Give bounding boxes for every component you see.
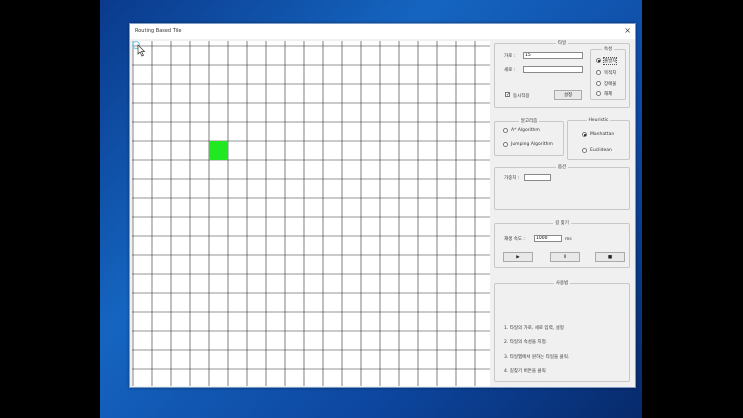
radio-euclidean[interactable] bbox=[582, 148, 587, 153]
tile-grid-canvas[interactable] bbox=[132, 41, 490, 386]
close-icon[interactable]: × bbox=[624, 26, 631, 35]
algorithm-legend: 알고리즘 bbox=[520, 119, 538, 124]
usage-line-2: 2. 타일의 속성을 지정. bbox=[504, 340, 548, 345]
heuristic-panel: Heuristic bbox=[567, 118, 630, 160]
usage-line-4: 4. 길찾기 버튼을 클릭 bbox=[504, 369, 546, 374]
sync-checkbox[interactable]: ✓ bbox=[505, 92, 510, 98]
weight-label: 가중치 : bbox=[504, 176, 520, 181]
attribute-label-0: 출발지 bbox=[602, 57, 618, 65]
speed-label: 재생 속도 : bbox=[504, 237, 525, 242]
stop-button[interactable]: ■ bbox=[595, 252, 625, 262]
attribute-radio-3[interactable] bbox=[596, 91, 601, 96]
radio-jumping[interactable] bbox=[503, 142, 508, 147]
window-title: Routing Based Tile bbox=[135, 28, 182, 34]
tile-grid[interactable] bbox=[132, 41, 490, 386]
algorithm-panel: 알고리즘 bbox=[494, 118, 564, 156]
title-bar[interactable]: Routing Based Tile × bbox=[130, 24, 635, 39]
pathfinding-legend: 길 찾기 bbox=[555, 221, 569, 226]
attribute-label-1: 목적지 bbox=[604, 71, 617, 76]
radio-manhattan[interactable] bbox=[582, 132, 587, 137]
usage-line-1: 1. 타일의 가로, 세로 입력, 설정 bbox=[504, 326, 564, 331]
weight-input[interactable] bbox=[524, 174, 551, 181]
attribute-label-2: 장애물 bbox=[604, 82, 617, 87]
play-button[interactable]: ▶ bbox=[503, 252, 533, 262]
stop-icon: ■ bbox=[607, 255, 613, 260]
usage-legend: 사용법 bbox=[555, 281, 569, 286]
start-tile[interactable] bbox=[209, 141, 228, 160]
apply-button[interactable]: 설정 bbox=[554, 90, 582, 100]
options-panel: 옵션 bbox=[494, 164, 630, 210]
attribute-radio-0[interactable] bbox=[596, 58, 601, 63]
usage-line-3: 3. 타일맵에서 원하는 타일을 클릭. bbox=[504, 355, 570, 360]
height-label: 세로 : bbox=[504, 68, 516, 73]
tile-settings-legend: 타일 bbox=[557, 41, 567, 46]
attribute-label-3: 해제 bbox=[604, 92, 613, 97]
a-star-label: A* Algorithm bbox=[511, 128, 540, 133]
radio-a-star[interactable] bbox=[503, 128, 508, 133]
usage-panel: 사용법 bbox=[494, 280, 630, 382]
euclidean-label: Euclidean bbox=[590, 148, 612, 153]
mouse-cursor-icon bbox=[132, 41, 146, 57]
sync-label: 동시작용 bbox=[513, 94, 530, 99]
pause-button[interactable]: II bbox=[550, 252, 580, 262]
pause-icon: II bbox=[563, 255, 567, 260]
attribute-radio-2[interactable] bbox=[596, 81, 601, 86]
options-legend: 옵션 bbox=[557, 165, 567, 170]
attribute-radio-1[interactable] bbox=[596, 70, 601, 75]
speed-unit: ms bbox=[565, 237, 572, 242]
width-label: 가로 : bbox=[504, 54, 516, 59]
play-icon: ▶ bbox=[516, 255, 520, 260]
jumping-label: Jumping Algorithm bbox=[511, 142, 553, 147]
width-input[interactable] bbox=[523, 52, 583, 59]
height-input[interactable] bbox=[523, 66, 583, 73]
heuristic-legend: Heuristic bbox=[588, 118, 609, 123]
manhattan-label: Manhattan bbox=[590, 132, 615, 137]
attribute-legend: 속성 bbox=[603, 47, 613, 52]
app-window: Routing Based Tile × 타일 가로 : 세로 : ✓ 동시작용… bbox=[129, 23, 636, 388]
speed-input[interactable] bbox=[534, 235, 562, 242]
